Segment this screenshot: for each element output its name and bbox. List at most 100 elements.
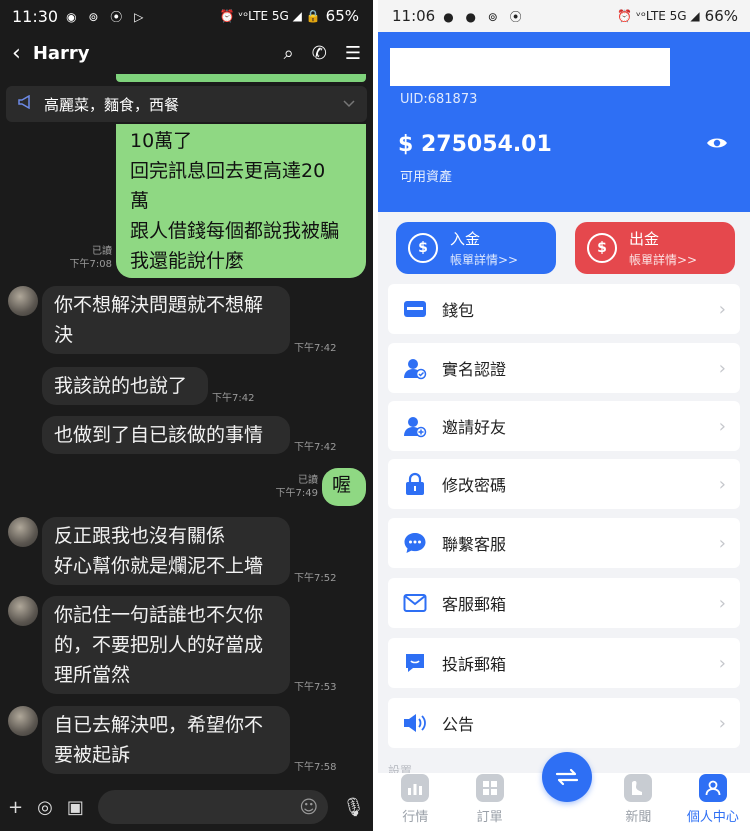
message-line: 好心幫你就是爛泥不上墻 — [54, 555, 264, 577]
status-bar: 11:30 ◉ ⊚ ⦿ ▷ ⏰ ᵛᵒLTE 5G ◢ 🔒 65% — [0, 0, 373, 32]
search-icon[interactable]: ⌕ — [284, 43, 294, 64]
message-line: 反正跟我也沒有關係 — [54, 525, 226, 547]
chevron-down-icon[interactable] — [343, 97, 355, 111]
message-line: 自已去解決吧，希望你不 — [54, 714, 264, 736]
menu-item-change-password[interactable]: 修改密碼 › — [388, 459, 740, 509]
received-message[interactable]: 反正跟我也沒有關係 好心幫你就是爛泥不上墻 — [42, 517, 290, 585]
tab-market[interactable]: 行情 — [378, 773, 452, 831]
tab-orders[interactable]: 訂單 — [452, 773, 526, 831]
announcement-bar[interactable]: 高麗菜，麵食，西餐 — [6, 86, 367, 122]
message-line: 跟人借錢每個都說我被騙 — [130, 220, 340, 242]
chevron-right-icon: › — [718, 532, 726, 554]
menu-item-verification[interactable]: 實名認證 › — [388, 343, 740, 393]
microphone-icon[interactable]: 🎙 — [342, 797, 365, 818]
message-line: 決 — [54, 324, 74, 346]
message-line: 要被起訴 — [54, 744, 131, 766]
battery-level: 65% — [325, 7, 359, 25]
message-line: 萬 — [130, 190, 150, 212]
withdraw-title: 出金 — [629, 230, 660, 248]
sent-message[interactable]: 10萬了 回完訊息回去更高達20 萬 跟人借錢每個都說我被騙 我還能說什麼 — [116, 124, 366, 278]
received-message[interactable]: 你記住一句話誰也不欠你 的，不要把別人的好當成 理所當然 — [42, 596, 290, 694]
deposit-bill-link[interactable]: 帳單詳情>> — [450, 251, 518, 268]
tab-label: 個人中心 — [686, 810, 739, 825]
chat-contact-name: Harry — [32, 42, 90, 64]
message-meta: 已讀 下午7:08 — [66, 245, 112, 271]
avatar[interactable] — [8, 517, 38, 547]
withdraw-button[interactable]: $ 出金 帳單詳情>> — [575, 222, 735, 274]
chevron-right-icon: › — [718, 415, 726, 437]
chevron-right-icon: › — [718, 357, 726, 379]
phone-icon[interactable]: ✆ — [312, 43, 327, 64]
message-time: 下午7:58 — [294, 762, 337, 773]
deposit-title: 入金 — [450, 230, 481, 248]
avatar[interactable] — [8, 286, 38, 316]
invite-user-icon — [402, 413, 428, 439]
image-icon[interactable]: ▣ — [67, 797, 84, 818]
message-line: 的，不要把別人的好當成 — [54, 634, 264, 656]
received-message[interactable]: 自已去解決吧，希望你不 要被起訴 — [42, 706, 290, 774]
status-bar: 11:06 ● ● ⊚ ⦿ ⏰ ᵛᵒLTE 5G ◢ 66% — [378, 0, 750, 32]
message-line: 我該說的也說了 — [54, 375, 188, 397]
menu-item-service-mail[interactable]: 客服郵箱 › — [388, 578, 740, 628]
tab-label: 新聞 — [625, 810, 652, 825]
message-line: 10萬了 — [130, 130, 193, 152]
deposit-button[interactable]: $ 入金 帳單詳情>> — [396, 222, 556, 274]
chart-icon — [401, 774, 430, 802]
chevron-right-icon: › — [718, 592, 726, 614]
message-time: 下午7:08 — [69, 259, 112, 270]
user-id: UID:681873 — [400, 92, 478, 107]
complaint-icon — [402, 650, 428, 676]
message-input[interactable]: ☺ — [97, 790, 329, 824]
received-message[interactable]: 我該說的也說了 — [42, 367, 208, 405]
menu-label: 公告 — [442, 715, 475, 734]
balance-label: 可用資產 — [400, 170, 453, 185]
signal-icons: ⏰ ᵛᵒLTE 5G ◢ 🔒 — [219, 9, 321, 23]
eye-icon[interactable] — [706, 136, 728, 150]
message-time: 下午7:53 — [294, 682, 337, 693]
read-receipt: 已讀 — [298, 475, 318, 486]
message-line: 我還能說什麼 — [130, 250, 245, 272]
account-header: UID:681873 $ 275054.01 可用資產 — [378, 32, 750, 212]
speaker-icon — [402, 710, 428, 736]
received-message[interactable]: 也做到了自已該做的事情 — [42, 416, 290, 454]
previous-message-edge — [116, 74, 366, 82]
message-time: 下午7:42 — [212, 393, 255, 404]
withdraw-bill-link[interactable]: 帳單詳情>> — [629, 251, 697, 268]
menu-label: 修改密碼 — [442, 476, 507, 495]
avatar[interactable] — [8, 706, 38, 736]
sent-message[interactable]: 喔 — [322, 468, 366, 506]
message-line: 回完訊息回去更高達20 — [130, 160, 326, 182]
received-message[interactable]: 你不想解決問題就不想解 決 — [42, 286, 290, 354]
menu-label: 實名認證 — [442, 360, 507, 379]
menu-label: 投訴郵箱 — [442, 655, 507, 674]
notification-icons: ● ● ⊚ ⦿ — [443, 9, 526, 24]
message-time: 下午7:49 — [275, 488, 318, 499]
menu-label: 錢包 — [442, 301, 475, 320]
menu-item-announcement[interactable]: 公告 › — [388, 698, 740, 748]
message-line: 理所當然 — [54, 664, 131, 686]
camera-icon[interactable]: ◎ — [37, 797, 53, 818]
message-line: 喔 — [332, 474, 352, 496]
menu-label: 邀請好友 — [442, 418, 507, 437]
swap-button[interactable] — [542, 752, 592, 802]
message-time: 下午7:42 — [294, 442, 337, 453]
tab-label: 行情 — [402, 810, 429, 825]
mail-icon — [402, 590, 428, 616]
back-arrow-icon[interactable]: ‹ — [12, 41, 21, 66]
balance-amount: $ 275054.01 — [398, 132, 552, 157]
menu-item-invite[interactable]: 邀請好友 › — [388, 401, 740, 451]
avatar[interactable] — [8, 596, 38, 626]
plus-icon[interactable]: + — [8, 797, 23, 818]
emoji-icon[interactable]: ☺ — [299, 797, 318, 818]
message-time: 下午7:52 — [294, 573, 337, 584]
tab-profile[interactable]: 個人中心 — [676, 773, 750, 831]
menu-item-support[interactable]: 聯繫客服 › — [388, 518, 740, 568]
message-time: 下午7:42 — [294, 343, 337, 354]
menu-item-wallet[interactable]: 錢包 › — [388, 284, 740, 334]
tab-news[interactable]: 新聞 — [601, 773, 675, 831]
news-icon — [624, 774, 653, 802]
menu-icon[interactable]: ☰ — [345, 43, 361, 64]
withdraw-coin-icon: $ — [587, 233, 617, 263]
menu-item-complaint-mail[interactable]: 投訴郵箱 › — [388, 638, 740, 688]
swap-icon — [555, 768, 579, 786]
